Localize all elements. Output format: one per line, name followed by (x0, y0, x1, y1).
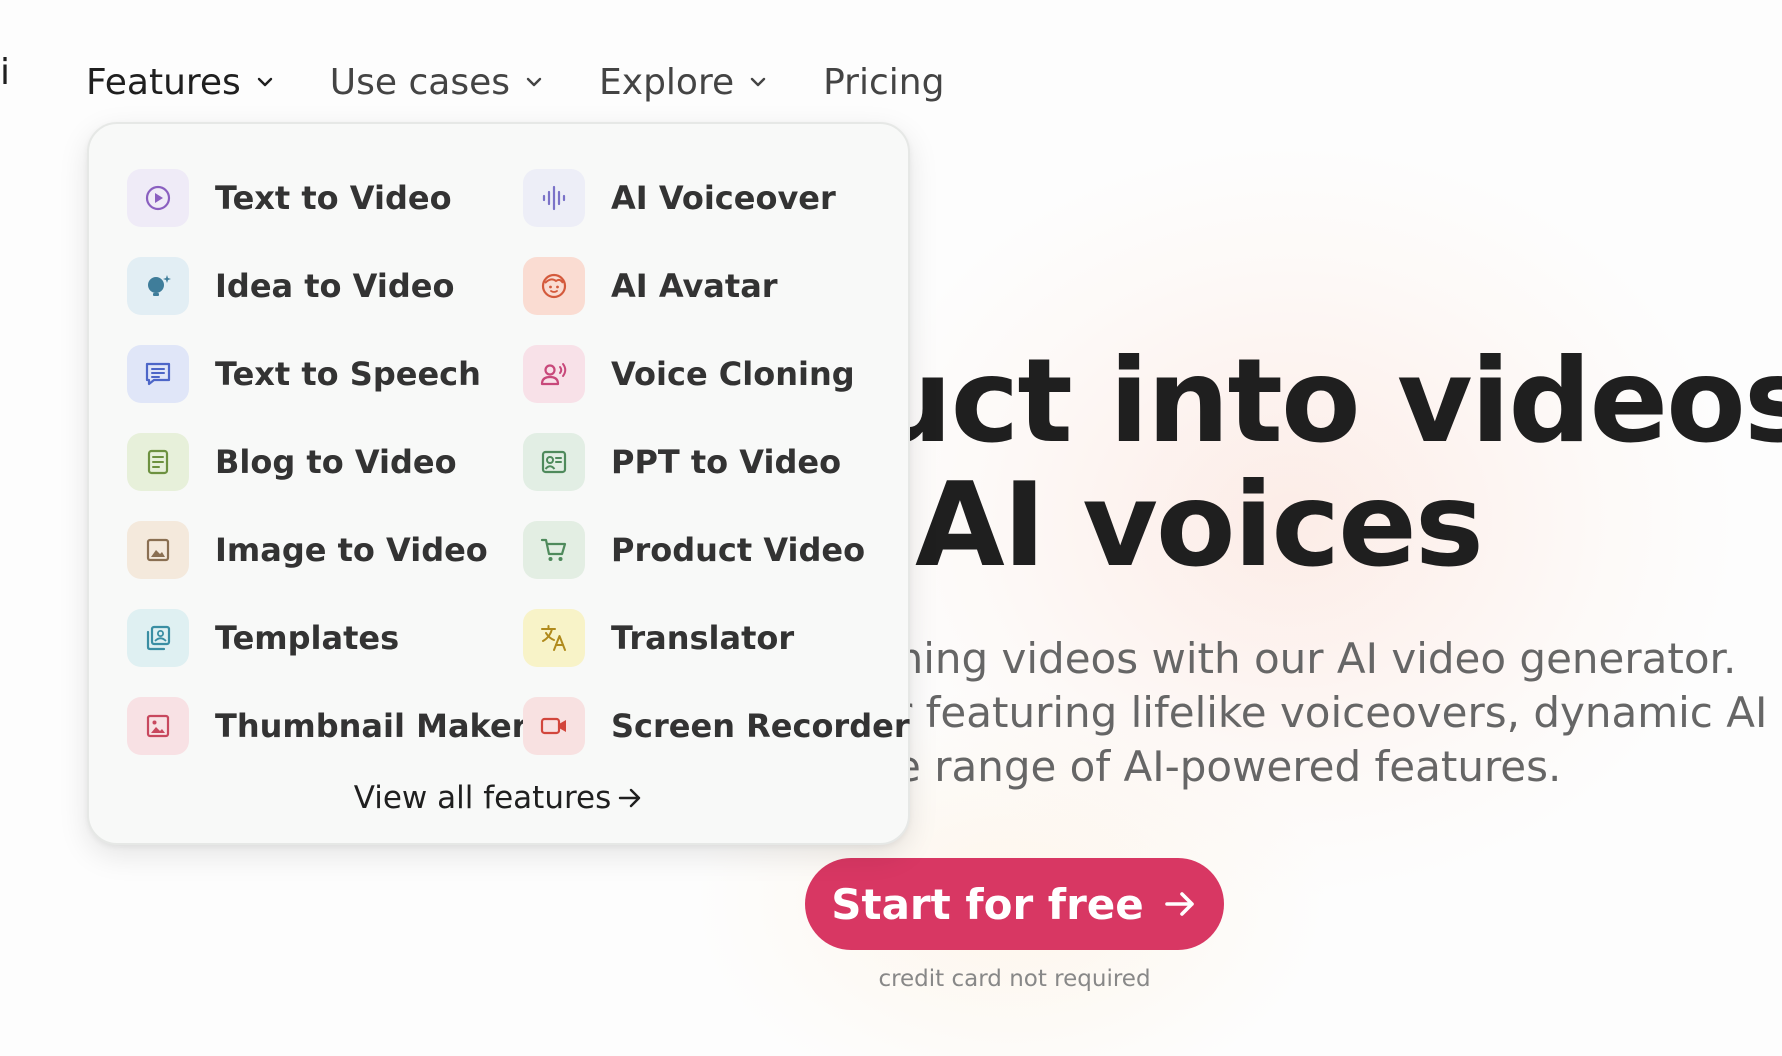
nav-item-label: Features (86, 61, 241, 103)
feature-item-templates[interactable]: Templates (127, 594, 523, 682)
main-nav: Features Use cases Explore Pricing (86, 52, 999, 112)
feature-item-label: Idea to Video (215, 267, 455, 305)
cta-note: credit card not required (878, 966, 1151, 992)
logo-fragment[interactable]: i (0, 52, 10, 93)
page: i Features Use cases Explore Pricing uct… (0, 0, 1782, 1056)
feature-item-blog-to-video[interactable]: Blog to Video (127, 418, 523, 506)
nav-item-label: Pricing (823, 61, 945, 103)
feature-item-product-video[interactable]: Product Video (523, 506, 883, 594)
face-icon (523, 257, 585, 315)
hero-subtitle: nning videos with our AI video generator… (780, 632, 1767, 794)
hero-subtitle-line: nning videos with our AI video generator… (870, 634, 1737, 683)
feature-item-screen-recorder[interactable]: Screen Recorder (523, 682, 910, 770)
feature-item-label: Templates (215, 619, 400, 657)
hero-subtitle-line: r featuring lifelike voiceovers, dynamic… (895, 688, 1768, 737)
chevron-down-icon (748, 72, 768, 92)
feature-item-label: Text to Speech (215, 355, 481, 393)
nav-item-pricing[interactable]: Pricing (823, 62, 944, 103)
play-circle-icon (127, 169, 189, 227)
nav-item-explore[interactable]: Explore (599, 62, 768, 103)
chevron-down-icon (524, 72, 544, 92)
chevron-down-icon (255, 72, 275, 92)
feature-item-label: Image to Video (215, 531, 488, 569)
view-all-features-link[interactable]: View all features (89, 780, 908, 816)
nav-item-label: Use cases (329, 61, 511, 103)
feature-item-image-to-video[interactable]: Image to Video (127, 506, 523, 594)
translate-icon (523, 609, 585, 667)
hero-subtitle-line: e range of AI-powered features. (895, 742, 1562, 791)
cta-label: Start for free (831, 879, 1144, 929)
picture-icon (127, 697, 189, 755)
feature-item-thumbnail-maker[interactable]: Thumbnail Maker (127, 682, 527, 770)
nav-item-features[interactable]: Features (86, 62, 275, 103)
feature-item-ai-voiceover[interactable]: AI Voiceover (523, 154, 883, 242)
feature-item-ai-avatar[interactable]: AI Avatar (523, 242, 883, 330)
image-icon (127, 521, 189, 579)
templates-icon (127, 609, 189, 667)
feature-item-text-to-video[interactable]: Text to Video (127, 154, 523, 242)
feature-item-label: AI Avatar (611, 267, 778, 305)
feature-item-label: Thumbnail Maker (215, 707, 528, 745)
feature-item-label: Blog to Video (215, 443, 457, 481)
view-all-features-label: View all features (353, 780, 612, 816)
user-voice-icon (523, 345, 585, 403)
feature-item-label: AI Voiceover (611, 179, 836, 217)
message-icon (127, 345, 189, 403)
document-icon (127, 433, 189, 491)
video-camera-icon (523, 697, 585, 755)
arrow-right-icon (1162, 886, 1198, 922)
feature-item-label: Screen Recorder (611, 707, 910, 745)
feature-item-label: Product Video (611, 531, 866, 569)
presentation-icon (523, 433, 585, 491)
feature-item-ppt-to-video[interactable]: PPT to Video (523, 418, 883, 506)
sound-wave-icon (523, 169, 585, 227)
feature-item-text-to-speech[interactable]: Text to Speech (127, 330, 523, 418)
feature-item-voice-cloning[interactable]: Voice Cloning (523, 330, 883, 418)
nav-item-use-cases[interactable]: Use cases (330, 62, 544, 103)
feature-item-idea-to-video[interactable]: Idea to Video (127, 242, 523, 330)
feature-item-label: Text to Video (215, 179, 452, 217)
arrow-right-icon (617, 785, 643, 811)
feature-item-translator[interactable]: Translator (523, 594, 883, 682)
lightbulb-icon (127, 257, 189, 315)
start-for-free-button[interactable]: Start for free (805, 858, 1224, 950)
features-dropdown: Text to Video AI Voiceover Idea to Video AI… (87, 122, 910, 845)
feature-item-label: Voice Cloning (611, 355, 855, 393)
nav-item-label: Explore (599, 61, 735, 103)
cart-icon (523, 521, 585, 579)
feature-item-label: PPT to Video (611, 443, 842, 481)
feature-item-label: Translator (611, 619, 795, 657)
features-grid: Text to Video AI Voiceover Idea to Video AI… (127, 154, 910, 770)
